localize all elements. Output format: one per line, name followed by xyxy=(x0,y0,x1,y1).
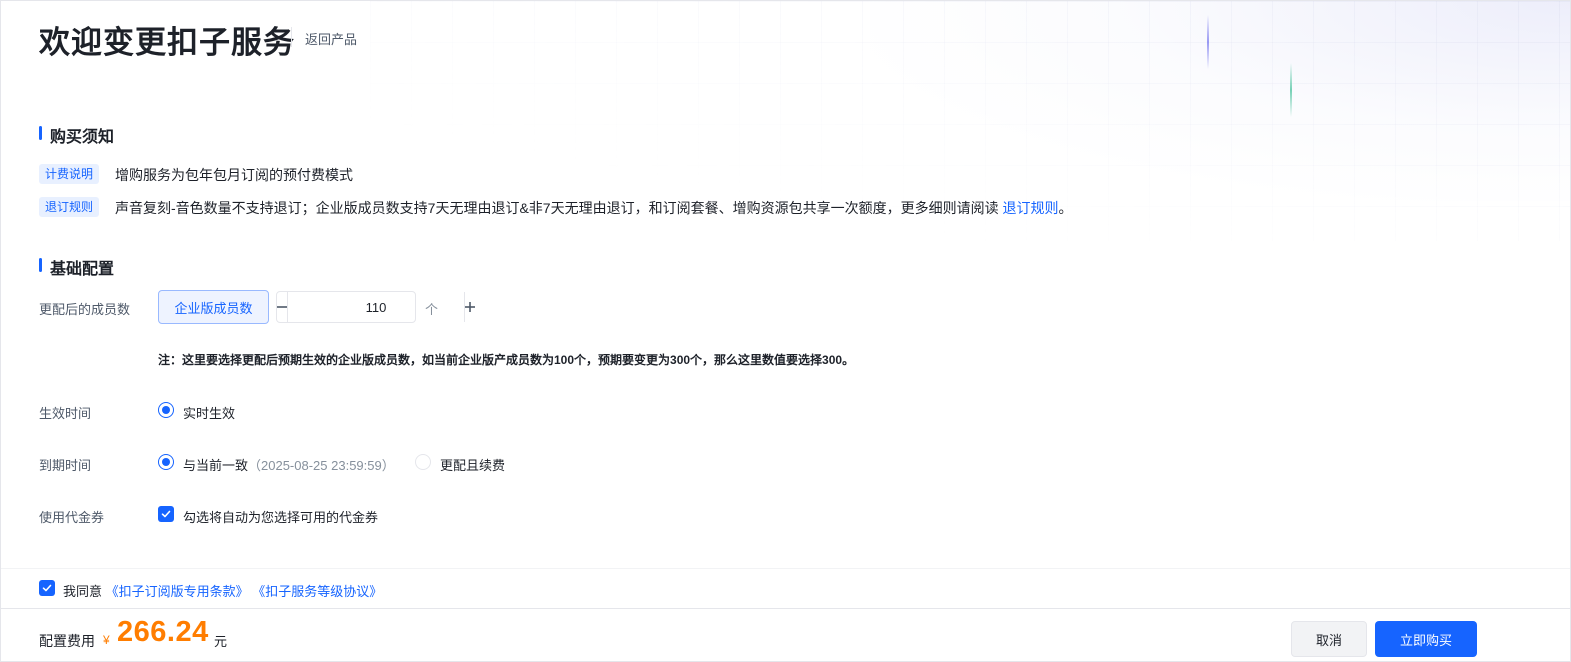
buy-now-button[interactable]: 立即购买 xyxy=(1375,621,1477,657)
expiry-same-option: 与当前一致（2025-08-25 23:59:59） xyxy=(183,455,395,474)
expiry-same-label: 与当前一致 xyxy=(183,458,249,473)
expiry-same-radio[interactable] xyxy=(158,454,174,470)
minus-icon xyxy=(277,306,287,308)
refund-text: 声音复刻-音色数量不支持退订；企业版成员数支持7天无理由退订&非7天无理由退订，… xyxy=(115,200,1003,216)
title-divider xyxy=(291,27,292,47)
sla-link[interactable]: 《扣子服务等级协议》 xyxy=(252,584,382,599)
voucher-text: 勾选将自动为您选择可用的代金券 xyxy=(183,510,379,525)
voucher-checkbox[interactable] xyxy=(158,506,174,522)
subscription-terms-link[interactable]: 《扣子订阅版专用条款》 xyxy=(106,584,249,599)
members-note: 注：这里要选择更配后预期生效的企业版成员数，如当前企业版产成员数为100个，预期… xyxy=(158,353,855,367)
basic-config-heading: 基础配置 xyxy=(39,255,114,279)
cancel-button[interactable]: 取消 xyxy=(1291,621,1367,657)
refund-suffix: 。 xyxy=(1058,200,1073,216)
expiry-same-date: （2025-08-25 23:59:59） xyxy=(248,458,395,473)
page: 欢迎变更扣子服务 返回产品 购买须知 计费说明 增购服务为包年包月订阅的预付费模… xyxy=(0,0,1571,662)
expiry-renew-label: 更配且续费 xyxy=(440,458,506,473)
refund-tag: 退订规则 xyxy=(39,197,100,217)
effective-time-label: 生效时间 xyxy=(39,406,92,421)
refund-row: 声音复刻-音色数量不支持退订；企业版成员数支持7天无理由退订&非7天无理由退订，… xyxy=(115,198,1072,218)
plus-icon xyxy=(465,302,475,312)
agreement-prefix: 我同意 xyxy=(63,584,103,599)
members-unit: 个 xyxy=(425,302,439,317)
check-icon xyxy=(161,510,171,518)
header-background xyxy=(870,1,1570,201)
check-icon xyxy=(42,584,52,592)
refund-rules-link[interactable]: 退订规则 xyxy=(1002,200,1058,216)
currency-symbol: ¥ xyxy=(103,633,110,647)
members-label: 更配后的成员数 xyxy=(39,302,131,317)
back-to-product-link[interactable]: 返回产品 xyxy=(305,29,357,48)
voucher-label: 使用代金券 xyxy=(39,510,105,525)
price-unit: 元 xyxy=(214,634,228,649)
decoration-streak xyxy=(1290,63,1292,117)
price-value: 266.24 xyxy=(117,616,209,648)
fee-label: 配置费用 xyxy=(39,633,95,649)
members-stepper xyxy=(276,291,475,323)
billing-text: 增购服务为包年包月订阅的预付费模式 xyxy=(115,167,353,183)
decrement-button[interactable] xyxy=(277,292,288,322)
billing-tag: 计费说明 xyxy=(39,164,100,184)
expiry-renew-radio[interactable] xyxy=(415,454,431,470)
page-title: 欢迎变更扣子服务 xyxy=(39,25,295,60)
purchase-notes-heading: 购买须知 xyxy=(39,123,114,147)
decoration-streak xyxy=(1207,15,1209,69)
expiry-time-label: 到期时间 xyxy=(39,458,92,473)
increment-button[interactable] xyxy=(464,292,475,322)
realtime-effective-label: 实时生效 xyxy=(183,406,236,421)
enterprise-members-option[interactable]: 企业版成员数 xyxy=(158,290,269,324)
realtime-effective-radio[interactable] xyxy=(158,402,174,418)
agreement-checkbox[interactable] xyxy=(39,580,55,596)
agreement-text: 我同意 《扣子订阅版专用条款》 《扣子服务等级协议》 xyxy=(63,581,382,600)
